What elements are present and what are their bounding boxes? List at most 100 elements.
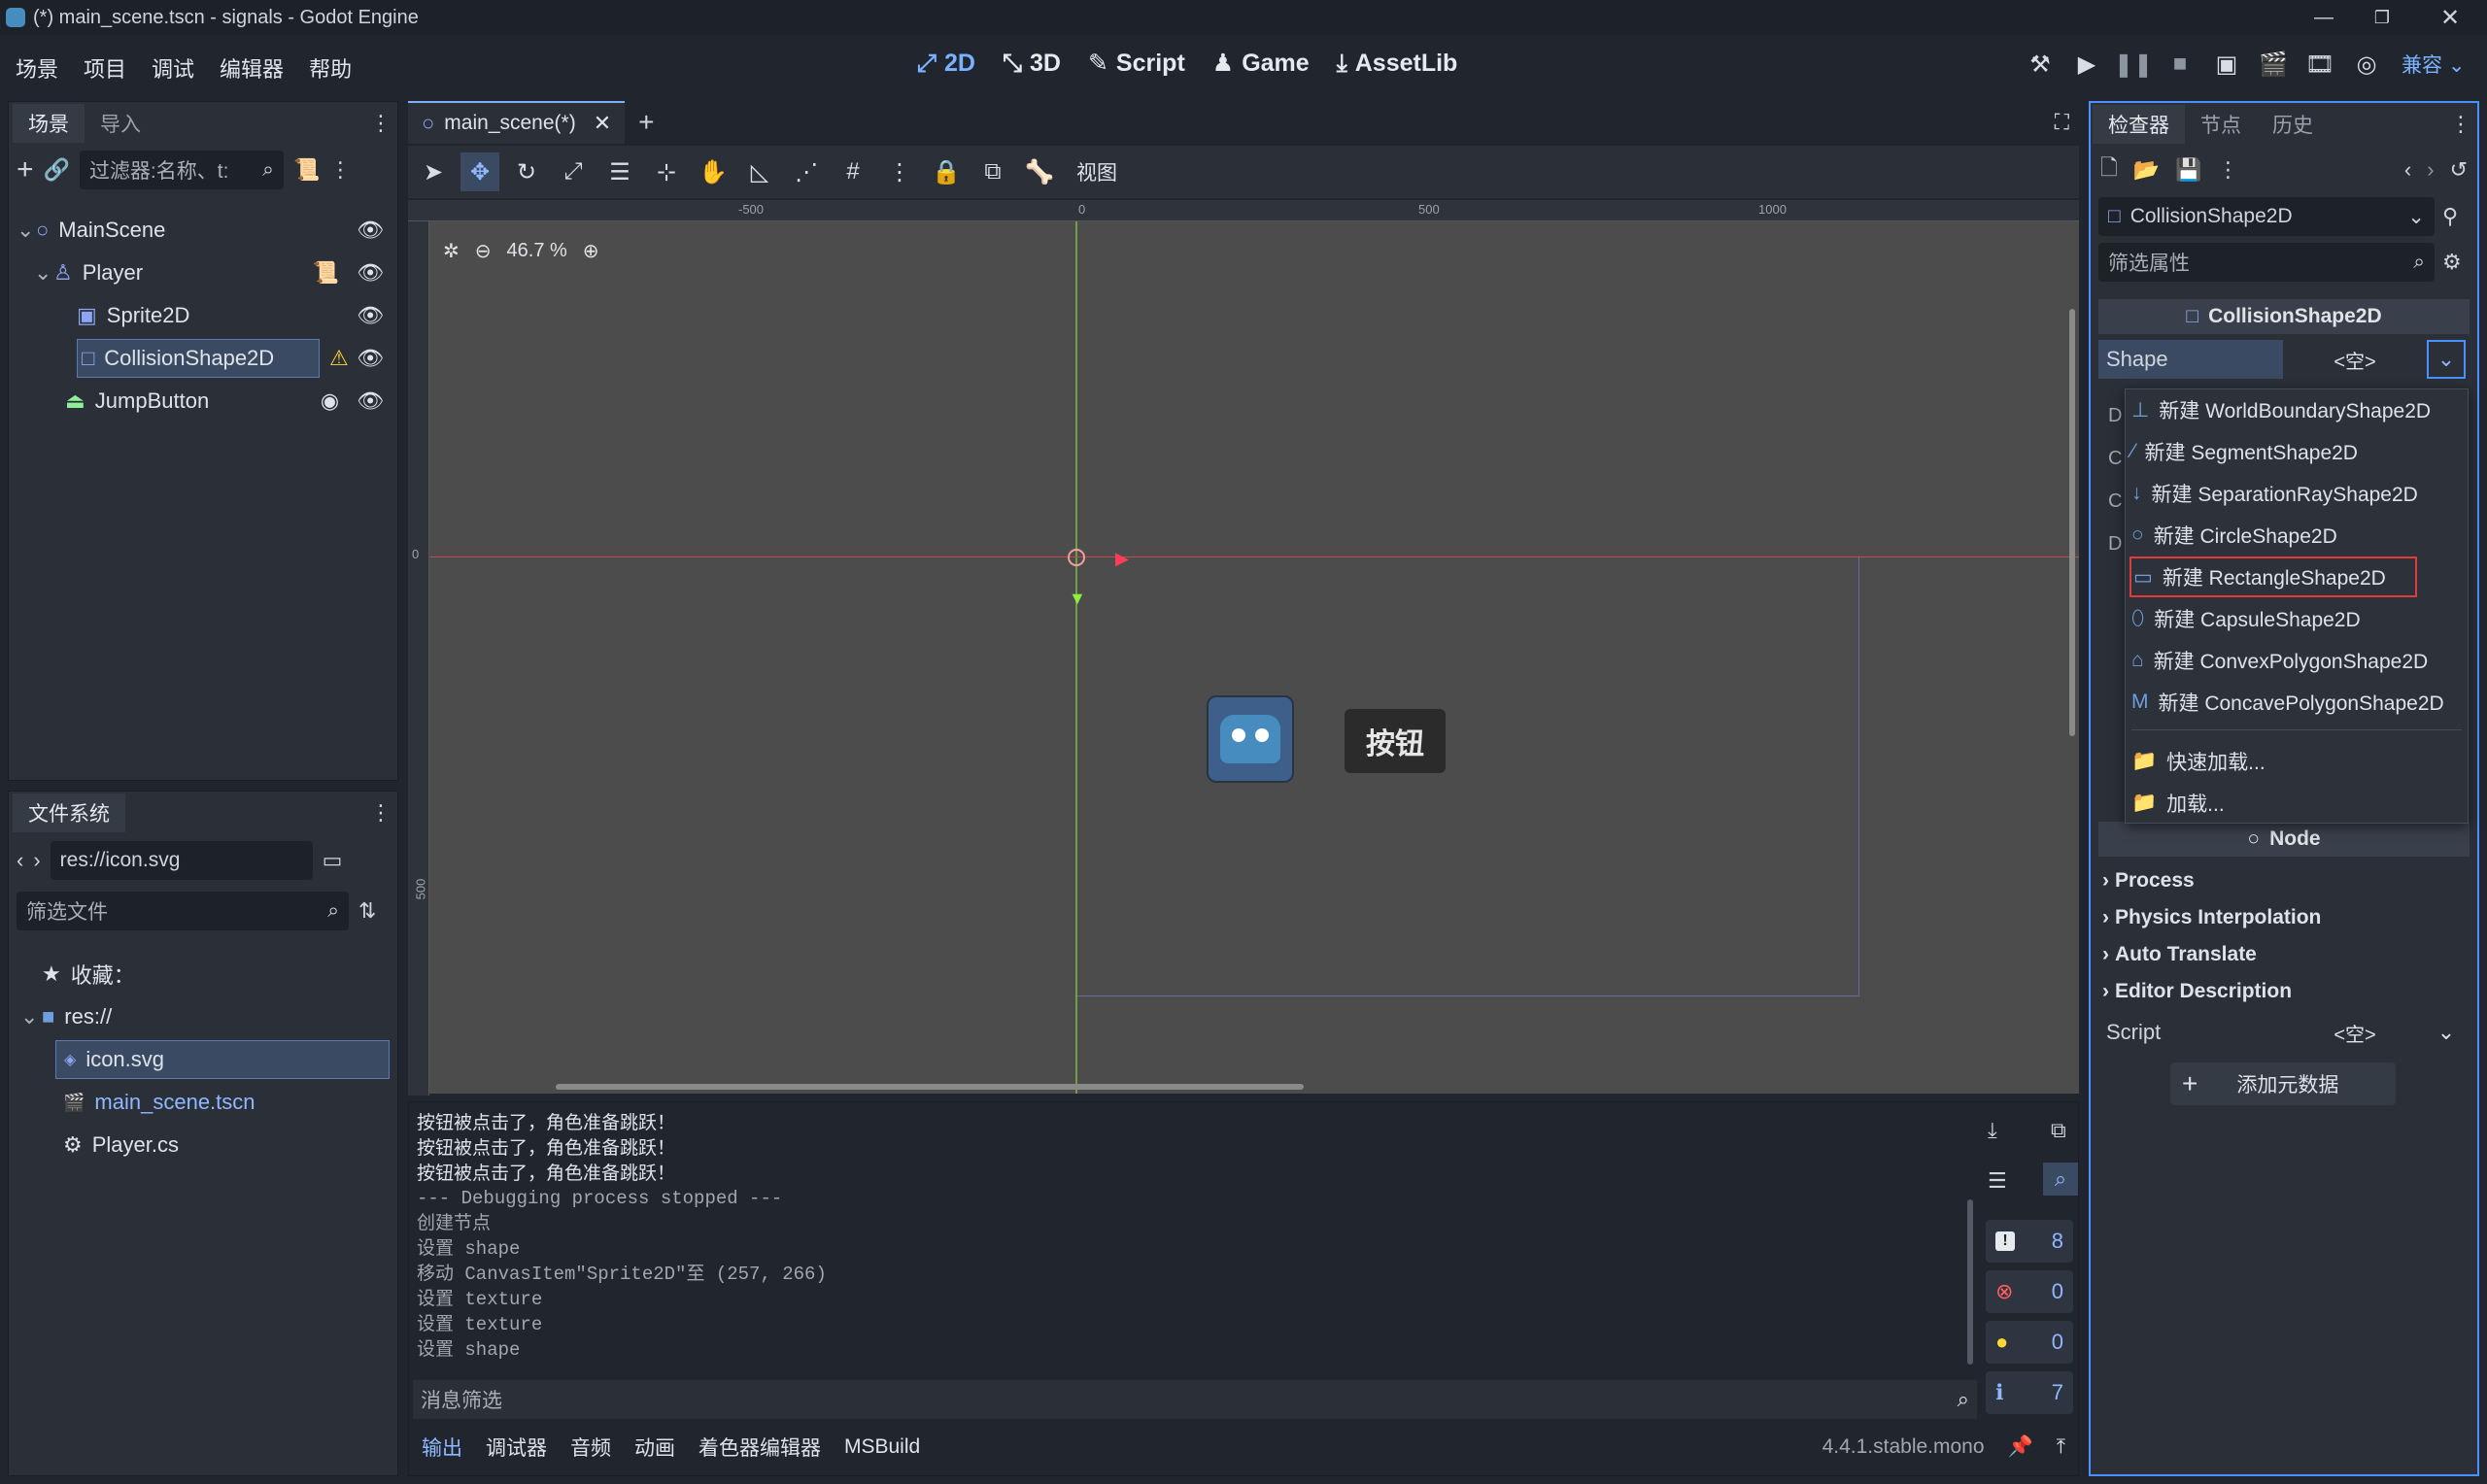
open-resource-icon[interactable]: 📂	[2133, 157, 2160, 183]
play-scene-icon[interactable]: 🎬	[2254, 45, 2293, 84]
tab-import[interactable]: 导入	[85, 104, 156, 143]
grid-snap-icon[interactable]: #	[834, 152, 872, 191]
zoom-out-icon[interactable]: ⊖	[475, 239, 492, 263]
signal-icon[interactable]: ◉	[321, 388, 339, 414]
select-tool-icon[interactable]: ➤	[414, 152, 453, 191]
file-filter-input[interactable]: 筛选文件 ⌕	[17, 892, 349, 930]
tab-output[interactable]: 输出	[422, 1433, 462, 1462]
dock-menu-icon[interactable]: ⋮	[370, 800, 392, 826]
scene-filter-input[interactable]: 过滤器:名称、t: ⌕	[79, 151, 284, 189]
move-tool-icon[interactable]: ✥	[460, 152, 499, 191]
vertical-scrollbar[interactable]	[2069, 309, 2075, 736]
x-arrow-icon[interactable]: ▶	[1115, 549, 1129, 569]
object-history-icon[interactable]: ↺	[2450, 157, 2468, 183]
history-forward-icon[interactable]: ›	[2427, 157, 2434, 183]
add-node-icon[interactable]: +	[17, 153, 34, 186]
menu-new-rectangleshape2d[interactable]: ▭ 新建 RectangleShape2D	[2129, 556, 2417, 597]
save-resource-icon[interactable]: 💾	[2175, 157, 2201, 183]
horizontal-scrollbar[interactable]	[556, 1084, 1304, 1090]
script-attached-icon[interactable]: 📜	[313, 260, 339, 286]
new-resource-icon[interactable]: 🗋	[2100, 152, 2118, 188]
shape-value[interactable]: <空>	[2283, 346, 2427, 374]
group-process[interactable]: › Process	[2102, 862, 2195, 899]
node-section[interactable]: ○ Node	[2098, 822, 2470, 857]
tree-item-jumpbutton[interactable]: ⏏ JumpButton ◉ 👁	[65, 380, 392, 422]
script-value[interactable]: <空>	[2283, 1019, 2427, 1047]
group-physics-interpolation[interactable]: › Physics Interpolation	[2102, 899, 2321, 936]
dock-menu-icon[interactable]: ⋮	[370, 111, 392, 136]
menu-new-separationrayshape2d[interactable]: ↓ 新建 SeparationRayShape2D	[2129, 473, 2418, 514]
remote-debug-icon[interactable]: ⚒	[2021, 45, 2060, 84]
movie-maker-icon[interactable]: ◎	[2347, 45, 2386, 84]
y-arrow-icon[interactable]: ▼	[1069, 589, 1086, 609]
snap-options-icon[interactable]: ⋮	[880, 152, 919, 191]
pause-icon[interactable]: ❚❚	[2114, 45, 2153, 84]
object-select[interactable]: □ CollisionShape2D ⌄	[2098, 197, 2435, 236]
file-item-player-cs[interactable]: ⚙ Player.cs	[63, 1124, 179, 1166]
center-view-icon[interactable]: ✲	[443, 239, 460, 263]
tab-scene[interactable]: 场景	[13, 104, 85, 143]
tab-filesystem[interactable]: 文件系统	[13, 793, 125, 832]
menu-new-capsuleshape2d[interactable]: ⬯ 新建 CapsuleShape2D	[2129, 598, 2361, 639]
output-scrollbar[interactable]	[1967, 1199, 1973, 1365]
play-custom-scene-icon[interactable]: 🎞	[2300, 45, 2339, 84]
pivot-tool-icon[interactable]: ⊹	[647, 152, 686, 191]
menu-new-circleshape2d[interactable]: ○ 新建 CircleShape2D	[2129, 515, 2337, 556]
editor-messages-counter[interactable]: ℹ7	[1986, 1371, 2073, 1414]
visibility-icon[interactable]: 👁	[357, 303, 384, 328]
close-window-icon[interactable]: ✕	[2429, 0, 2471, 35]
history-back-icon[interactable]: ‹	[2404, 157, 2411, 183]
stop-icon[interactable]: ■	[2161, 45, 2199, 84]
visibility-icon[interactable]: 👁	[357, 346, 384, 371]
property-filter-input[interactable]: 筛选属性 ⌕	[2098, 243, 2435, 282]
pin-icon[interactable]: 📌	[2008, 1435, 2033, 1459]
add-tab-icon[interactable]: +	[638, 107, 654, 138]
menu-quick-load[interactable]: 📁 快速加载...	[2129, 741, 2266, 782]
play-icon[interactable]: ▶	[2067, 45, 2106, 84]
bone-icon[interactable]: 🦴	[1020, 152, 1059, 191]
smart-snap-icon[interactable]: ⋰	[787, 152, 826, 191]
file-item-main-scene[interactable]: 🎬 main_scene.tscn	[63, 1081, 256, 1124]
tree-item-collisionshape2d[interactable]: □ CollisionShape2D ⚠ 👁	[77, 337, 392, 380]
path-input[interactable]: res://icon.svg	[50, 841, 313, 880]
tab-node[interactable]: 节点	[2185, 105, 2257, 144]
message-filter-input[interactable]: 消息筛选	[421, 1385, 502, 1414]
tab-shader-editor[interactable]: 着色器编辑器	[698, 1433, 821, 1462]
menu-new-convexpolygonshape2d[interactable]: ⌂ 新建 ConvexPolygonShape2D	[2129, 640, 2428, 681]
workspace-game[interactable]: ♟ Game	[1212, 49, 1310, 78]
tree-item-sprite2d[interactable]: ▣ Sprite2D 👁	[77, 294, 392, 337]
tab-history[interactable]: 历史	[2257, 105, 2329, 144]
section-header-collisionshape2d[interactable]: □ CollisionShape2D	[2098, 299, 2470, 334]
back-icon[interactable]: ‹	[17, 848, 23, 873]
split-mode-icon[interactable]: ▭	[323, 848, 343, 873]
zoom-level[interactable]: 46.7 %	[507, 240, 567, 262]
tab-audio[interactable]: 音频	[570, 1433, 611, 1462]
errors-counter[interactable]: ⊗ 0	[1986, 1270, 2073, 1313]
lock-icon[interactable]: 🔒	[927, 152, 966, 191]
workspace-script[interactable]: ✎ Script	[1088, 49, 1185, 78]
chevron-down-icon[interactable]: ⌄	[2427, 1020, 2466, 1045]
collapse-icon[interactable]: ☰	[1988, 1168, 2007, 1194]
jump-button-preview[interactable]: 按钮	[1345, 709, 1446, 773]
forward-icon[interactable]: ›	[33, 848, 40, 873]
clear-output-icon[interactable]: ⤓	[1988, 1118, 1997, 1143]
tab-msbuild[interactable]: MSBuild	[844, 1435, 920, 1459]
visibility-icon[interactable]: 👁	[357, 260, 384, 286]
menu-new-segmentshape2d[interactable]: ⁄ 新建 SegmentShape2D	[2129, 431, 2358, 472]
favorites-item[interactable]: ★ 收藏：	[42, 953, 135, 995]
res-root-item[interactable]: ⌄ ■ res://	[20, 995, 112, 1038]
close-tab-icon[interactable]: ✕	[594, 111, 611, 136]
renderer-select[interactable]: 兼容 ⌄	[2402, 50, 2465, 79]
menu-new-worldboundaryshape2d[interactable]: ⊥ 新建 WorldBoundaryShape2D	[2129, 389, 2431, 430]
visibility-icon[interactable]: 👁	[357, 388, 384, 414]
warning-icon[interactable]: ⚠	[329, 346, 349, 371]
menu-new-concavepolygonshape2d[interactable]: M 新建 ConcavePolygonShape2D	[2129, 682, 2444, 723]
tab-debugger[interactable]: 调试器	[486, 1433, 547, 1462]
sprite-godot-icon[interactable]	[1207, 695, 1294, 783]
visibility-icon[interactable]: 👁	[357, 218, 384, 243]
scale-tool-icon[interactable]: ⤢	[554, 152, 593, 191]
resource-menu-icon[interactable]: ⋮	[2218, 157, 2239, 183]
warnings-counter[interactable]: ● 0	[1986, 1321, 2073, 1364]
zoom-in-icon[interactable]: ⊕	[583, 239, 599, 263]
property-options-icon[interactable]: ⚙	[2442, 250, 2462, 275]
